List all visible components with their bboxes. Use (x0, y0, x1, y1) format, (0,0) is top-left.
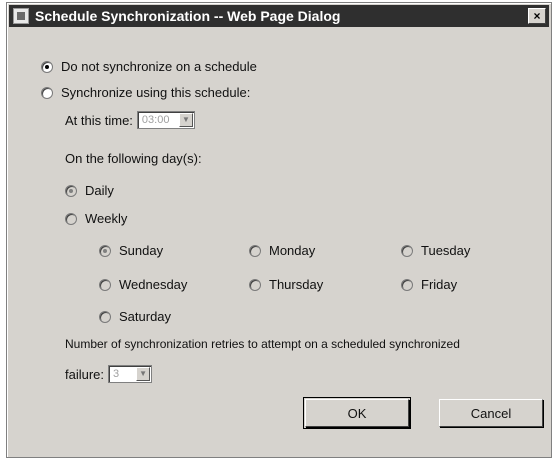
time-value: 03:00 (141, 114, 170, 126)
daily-radio[interactable] (65, 184, 77, 197)
daily-label: Daily (85, 183, 114, 198)
cancel-button[interactable]: Cancel (439, 399, 543, 427)
thursday-radio[interactable] (249, 278, 261, 291)
saturday-radio[interactable] (99, 310, 111, 323)
wednesday-radio[interactable] (99, 278, 111, 291)
day-thursday[interactable]: Thursday (249, 277, 323, 292)
friday-radio[interactable] (401, 278, 413, 291)
wednesday-label: Wednesday (119, 277, 188, 292)
day-tuesday[interactable]: Tuesday (401, 243, 470, 258)
retries-select[interactable]: 3 ▼ (108, 365, 153, 383)
schedule-sync-dialog: Schedule Synchronization -- Web Page Dia… (6, 2, 552, 458)
no-schedule-radio[interactable] (41, 60, 53, 73)
option-daily[interactable]: Daily (65, 183, 114, 198)
day-wednesday[interactable]: Wednesday (99, 277, 187, 292)
sunday-label: Sunday (119, 243, 164, 258)
saturday-label: Saturday (119, 309, 172, 324)
window-title: Schedule Synchronization -- Web Page Dia… (35, 8, 341, 24)
title-bar[interactable]: Schedule Synchronization -- Web Page Dia… (9, 5, 549, 27)
monday-label: Monday (269, 243, 316, 258)
dialog-icon (13, 8, 29, 24)
ok-button[interactable]: OK (303, 397, 411, 429)
use-schedule-label: Synchronize using this schedule: (61, 85, 251, 100)
option-use-schedule[interactable]: Synchronize using this schedule: (41, 85, 250, 100)
tuesday-radio[interactable] (401, 244, 413, 257)
option-weekly[interactable]: Weekly (65, 211, 127, 226)
day-monday[interactable]: Monday (249, 243, 315, 258)
retries-label: Number of synchronization retries to att… (65, 337, 460, 351)
weekly-label: Weekly (85, 211, 128, 226)
retries-row: failure: 3 ▼ (65, 365, 153, 383)
day-saturday[interactable]: Saturday (99, 309, 171, 324)
chevron-down-icon[interactable]: ▼ (178, 113, 193, 127)
time-row: At this time: 03:00 ▼ (65, 111, 195, 129)
day-friday[interactable]: Friday (401, 277, 457, 292)
chevron-down-icon[interactable]: ▼ (136, 367, 151, 381)
following-days-label: On the following day(s): (65, 151, 202, 166)
tuesday-label: Tuesday (421, 243, 471, 258)
day-sunday[interactable]: Sunday (99, 243, 163, 258)
retries-value: 3 (113, 368, 120, 380)
thursday-label: Thursday (269, 277, 324, 292)
option-no-schedule[interactable]: Do not synchronize on a schedule (41, 59, 257, 74)
no-schedule-label: Do not synchronize on a schedule (61, 59, 257, 74)
at-time-label: At this time: (65, 112, 133, 128)
retries-description: Number of synchronization retries to att… (65, 337, 460, 351)
weekly-radio[interactable] (65, 212, 77, 225)
friday-label: Friday (421, 277, 458, 292)
monday-radio[interactable] (249, 244, 261, 257)
time-select[interactable]: 03:00 ▼ (136, 111, 195, 129)
use-schedule-radio[interactable] (41, 86, 53, 99)
retries-failure-label: failure: (65, 366, 105, 382)
close-icon[interactable]: × (528, 8, 546, 24)
following-days-heading: On the following day(s): (65, 151, 202, 166)
sunday-radio[interactable] (99, 244, 111, 257)
